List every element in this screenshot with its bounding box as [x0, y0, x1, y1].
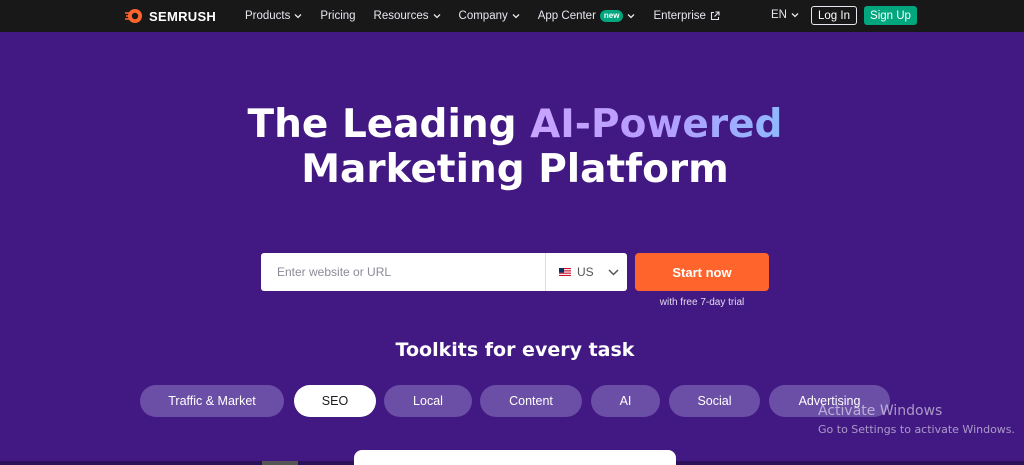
chevron-down-icon — [791, 13, 799, 18]
external-link-icon — [710, 11, 720, 21]
main-nav: Products Pricing Resources Company App C… — [245, 0, 720, 32]
nav-label: Company — [458, 10, 508, 22]
chevron-down-icon — [433, 14, 440, 19]
nav-label: Resources — [373, 10, 429, 22]
chevron-down-icon — [512, 14, 520, 19]
nav-item-company[interactable]: Company — [459, 10, 520, 22]
watermark-subtitle: Go to Settings to activate Windows. — [818, 423, 1016, 436]
nav-item-pricing[interactable]: Pricing — [320, 10, 355, 22]
windows-activation-watermark: Activate Windows Go to Settings to activ… — [818, 403, 1015, 436]
toolkit-tab-local[interactable]: Local — [384, 385, 472, 417]
language-selector[interactable]: EN — [771, 9, 799, 21]
nav-item-app-center[interactable]: App Center new — [538, 10, 636, 22]
hero-title-part1: The Leading — [247, 102, 531, 147]
us-flag-icon — [559, 268, 571, 276]
toolkit-tab-seo[interactable]: SEO — [294, 385, 376, 417]
hero-title-line2: Marketing Platform — [301, 147, 729, 192]
toolkits-heading: Toolkits for every task — [395, 339, 635, 361]
language-label: EN — [771, 9, 787, 21]
chevron-down-icon — [608, 268, 619, 276]
signup-button[interactable]: Sign Up — [864, 6, 917, 25]
nav-label: Pricing — [320, 10, 356, 22]
bottom-strip-segment — [262, 461, 298, 465]
hero-title: The Leading AI-Powered Marketing Platfor… — [0, 102, 1024, 192]
chevron-down-icon — [294, 14, 302, 19]
nav-item-resources[interactable]: Resources — [374, 10, 441, 22]
trial-note: with free 7-day trial — [659, 297, 745, 308]
toolkit-tab-content[interactable]: Content — [480, 385, 582, 417]
domain-search-box: US — [261, 253, 627, 291]
brand-name: SEMRUSH — [149, 8, 217, 24]
website-url-input[interactable] — [261, 253, 545, 291]
semrush-logo[interactable]: SEMRUSH — [124, 7, 216, 25]
nav-item-enterprise[interactable]: Enterprise — [653, 10, 720, 22]
toolkit-tab-ai[interactable]: AI — [591, 385, 660, 417]
start-now-button[interactable]: Start now — [635, 253, 769, 291]
chevron-down-icon — [628, 14, 635, 19]
nav-item-products[interactable]: Products — [245, 10, 302, 22]
country-selector[interactable]: US — [546, 253, 627, 291]
nav-label: App Center — [537, 10, 596, 22]
nav-label: Products — [245, 10, 291, 22]
toolkit-tab-traffic-market[interactable]: Traffic & Market — [140, 385, 284, 417]
watermark-title: Activate Windows — [818, 403, 943, 419]
login-button[interactable]: Log In — [811, 6, 857, 25]
toolkit-tab-social[interactable]: Social — [669, 385, 760, 417]
toolkit-preview-card — [354, 450, 676, 465]
semrush-logo-icon — [125, 9, 142, 23]
top-navigation-bar: SEMRUSH Products Pricing Resources Compa… — [0, 0, 1024, 32]
nav-label: Enterprise — [653, 10, 706, 22]
new-badge: new — [599, 10, 624, 22]
hero-title-accent: AI-Powered — [530, 102, 783, 147]
country-label: US — [577, 265, 594, 279]
